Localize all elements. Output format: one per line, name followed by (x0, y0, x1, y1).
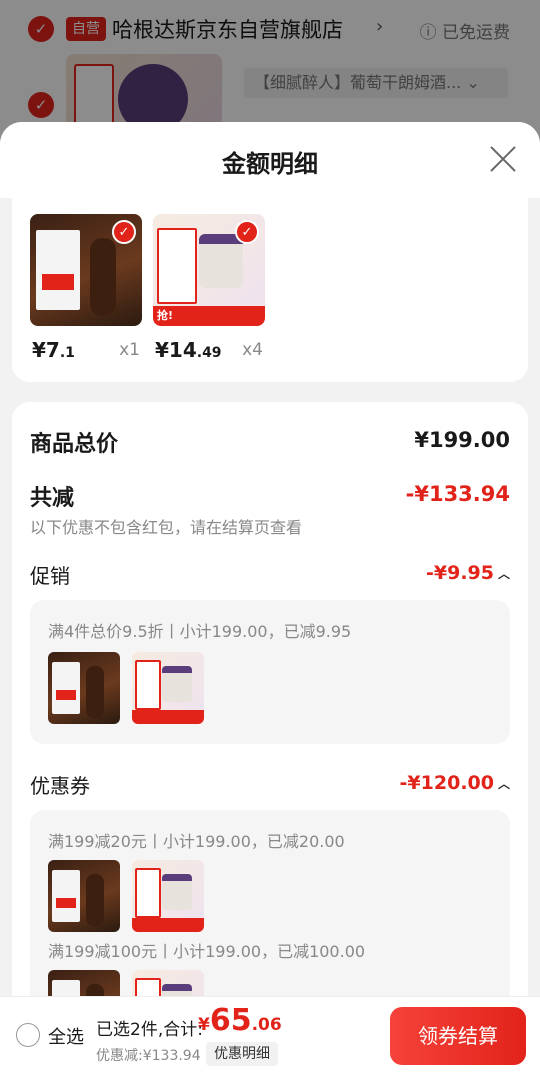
discount-amount: 优惠减:¥133.94 (96, 1048, 201, 1064)
select-all-label[interactable]: 全选 (48, 1023, 84, 1049)
product-item[interactable]: ✓ ¥7.1 x1 (30, 214, 142, 362)
select-all-checkbox[interactable] (16, 1023, 40, 1047)
check-icon[interactable]: ✓ (235, 220, 259, 244)
promo-detail-box: 满4件总价9.5折丨小计199.00，已减9.95 (30, 600, 510, 744)
product-image-haagen-dazs[interactable]: 抢! ✓ (153, 214, 265, 326)
coupon-value: -¥120.00 (399, 772, 494, 794)
amount-detail-card: 商品总价 ¥199.00 共减 -¥133.94 以下优惠不包含红包，请在结算页… (12, 402, 528, 1072)
total-price-label: 商品总价 (30, 432, 119, 457)
promo-thumb-chocolate-bar (48, 652, 120, 724)
checkout-bar: 全选 已选2件,合计: ¥65.06 优惠减:¥133.94 优惠明细 领券结算 (0, 996, 540, 1072)
product-image-chocolate-bar[interactable]: ✓ (30, 214, 142, 326)
check-icon[interactable]: ✓ (112, 220, 136, 244)
product-price: ¥7.1 (32, 338, 75, 362)
amount-detail-sheet: 金额明细 ✓ ¥7.1 x1 抢! ✓ ¥14.49 x4 商品总价 ¥199.… (0, 122, 540, 1072)
chevron-up-icon[interactable]: ︿ (498, 565, 510, 582)
close-icon[interactable] (488, 144, 518, 174)
coupon-label: 优惠券 (30, 774, 90, 798)
product-quantity: x4 (242, 340, 263, 360)
product-price: ¥14.49 (155, 338, 222, 362)
product-quantity: x1 (119, 340, 140, 360)
coupon-line: 满199减100元丨小计199.00，已减100.00 (48, 942, 366, 961)
coupon-thumb-chocolate-bar (48, 860, 120, 932)
promo-toggle[interactable]: -¥9.95 ︿ (426, 562, 510, 584)
total-reduce-value: -¥133.94 (405, 482, 510, 506)
total-reduce-label: 共减 (30, 486, 75, 511)
total-amount: ¥65.06 (198, 1003, 282, 1038)
selected-summary: 已选2件,合计: (96, 1020, 203, 1040)
promo-thumb-haagen-dazs (132, 652, 204, 724)
product-item[interactable]: 抢! ✓ ¥14.49 x4 (153, 214, 265, 362)
promo-line: 满4件总价9.5折丨小计199.00，已减9.95 (48, 622, 352, 641)
coupon-toggle[interactable]: -¥120.00 ︿ (400, 772, 510, 794)
promo-value: -¥9.95 (426, 562, 494, 584)
promo-banner: 抢! (153, 306, 265, 326)
coupon-thumb-haagen-dazs (132, 860, 204, 932)
selected-products-card: ✓ ¥7.1 x1 抢! ✓ ¥14.49 x4 (12, 198, 528, 382)
promo-label: 促销 (30, 564, 70, 588)
sheet-title: 金额明细 (222, 150, 318, 178)
coupon-line: 满199减20元丨小计199.00，已减20.00 (48, 832, 345, 851)
chevron-up-icon[interactable]: ︿ (498, 775, 510, 792)
checkout-button[interactable]: 领券结算 (390, 1007, 526, 1065)
sheet-header: 金额明细 (0, 122, 540, 198)
discount-note: 以下优惠不包含红包，请在结算页查看 (30, 518, 303, 537)
discount-detail-button[interactable]: 优惠明细 (206, 1042, 278, 1066)
total-price-value: ¥199.00 (414, 428, 510, 452)
